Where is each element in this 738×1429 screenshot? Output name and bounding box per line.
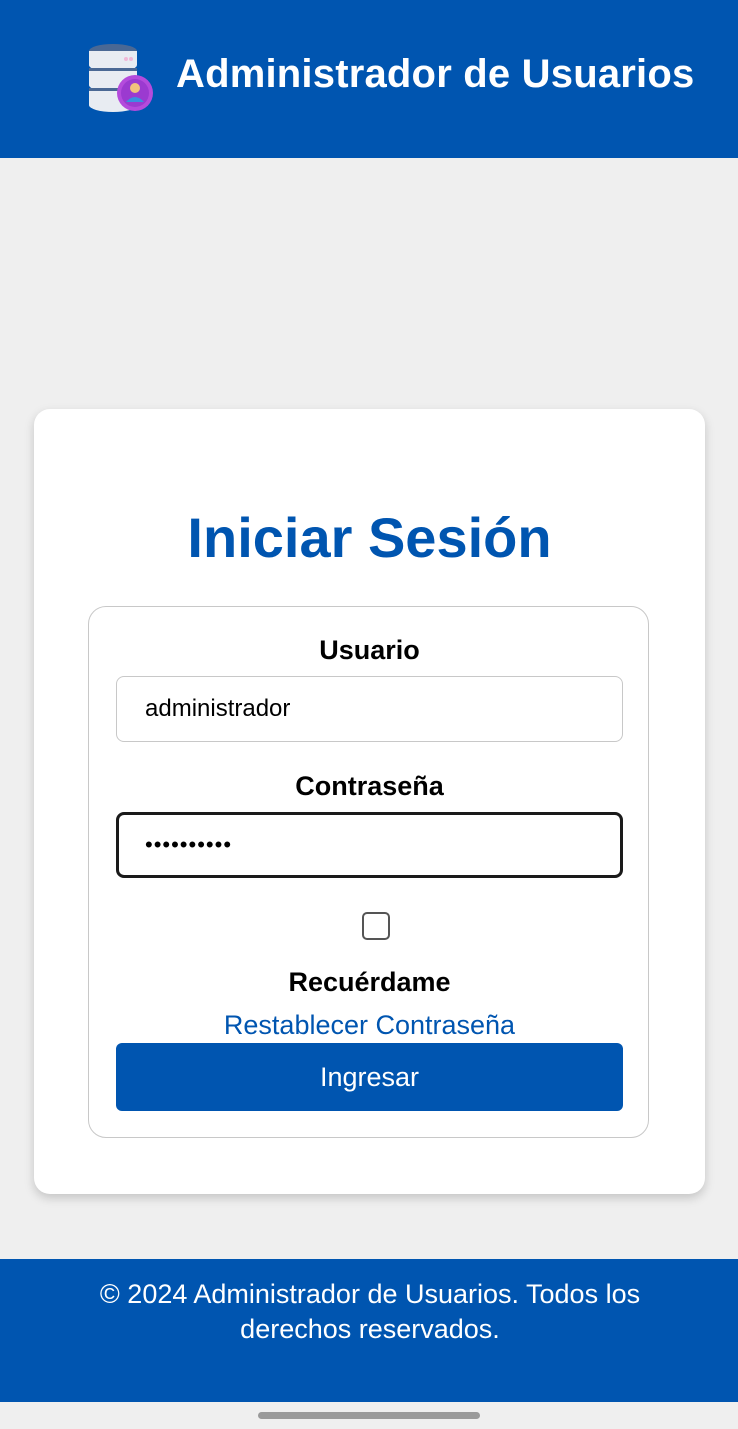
app-footer: © 2024 Administrador de Usuarios. Todos … [0,1259,738,1402]
page-title: Iniciar Sesión [187,506,552,569]
remember-checkbox[interactable] [362,912,390,940]
password-label: Contraseña [295,771,444,801]
login-form: Usuario administrador Contraseña •••••••… [88,606,649,1138]
database-user-icon [86,42,156,114]
reset-password-link[interactable]: Restablecer Contraseña [89,1010,650,1041]
password-input[interactable]: •••••••••• [116,812,623,878]
system-navigation-bar [0,1402,738,1429]
footer-copyright: © 2024 Administrador de Usuarios. Todos … [99,1279,641,1344]
remember-label: Recuérdame [288,967,451,997]
password-value: •••••••••• [145,832,233,857]
username-input[interactable]: administrador [116,676,623,742]
login-button-label: Ingresar [319,1061,420,1092]
home-gesture-handle[interactable] [258,1412,480,1419]
login-button[interactable]: Ingresar [116,1043,623,1111]
username-label: Usuario [319,635,420,665]
app-title: Administrador de Usuarios [176,52,695,96]
login-card: Iniciar Sesión Usuario administrador Con… [34,409,705,1194]
username-value: administrador [145,695,291,722]
app-header: Administrador de Usuarios [0,0,738,158]
